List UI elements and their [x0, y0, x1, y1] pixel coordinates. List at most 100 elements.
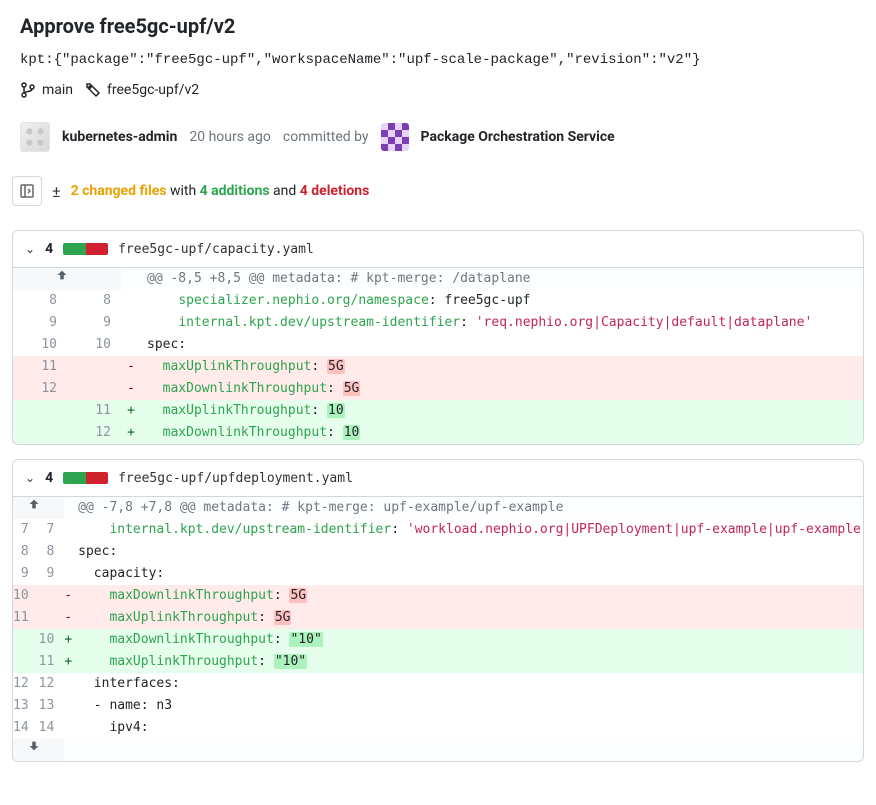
line-number-new: 8: [39, 541, 65, 563]
diff-sign: +: [121, 422, 141, 444]
code-line: interfaces:: [72, 673, 864, 695]
line-number-old: [13, 629, 39, 651]
file-path[interactable]: free5gc-upf/upfdeployment.yaml: [118, 471, 353, 486]
diff-sign: [121, 290, 141, 312]
line-number-old: 12: [13, 673, 39, 695]
line-number-old: 8: [13, 541, 39, 563]
diff-sign: [121, 334, 141, 356]
line-number-new: 8: [67, 290, 121, 312]
diff-sign: -: [121, 378, 141, 400]
line-number-new: 9: [39, 563, 65, 585]
line-number-old: 9: [13, 563, 39, 585]
line-number-old: 8: [13, 290, 67, 312]
code-line: internal.kpt.dev/upstream-identifier: 'w…: [72, 519, 864, 541]
line-number-new: 12: [67, 422, 121, 444]
collapse-icon[interactable]: ⌄: [25, 471, 35, 485]
line-number-new: 7: [39, 519, 65, 541]
toggle-sidebar-button[interactable]: [12, 176, 42, 206]
diff-sign: +: [121, 400, 141, 422]
collapse-icon[interactable]: ⌄: [25, 242, 35, 256]
diff-sign: [64, 541, 72, 563]
line-number-new: 13: [39, 695, 65, 717]
line-number-old: 10: [13, 334, 67, 356]
line-number-new: [39, 585, 65, 607]
change-count: 4: [45, 241, 53, 257]
code-line: maxUplinkThroughput: 10: [141, 400, 863, 422]
code-line: maxDownlinkThroughput: 5G: [72, 585, 864, 607]
line-number-old: 11: [13, 356, 67, 378]
kpt-metadata: kpt:{"package":"free5gc-upf","workspaceN…: [20, 52, 856, 68]
line-number-old: 7: [13, 519, 39, 541]
line-number-old: [13, 422, 67, 444]
code-line: maxDownlinkThroughput: 10: [141, 422, 863, 444]
branch-icon: [20, 82, 36, 98]
author-name[interactable]: kubernetes-admin: [62, 129, 177, 145]
code-line: ipv4:: [72, 717, 864, 739]
diff-sign: -: [121, 356, 141, 378]
code-line: maxUplinkThroughput: 5G: [72, 607, 864, 629]
expand-up-button[interactable]: [13, 268, 121, 290]
line-number-new: 14: [39, 717, 65, 739]
committed-by-label: committed by: [283, 129, 369, 145]
diff-stat-bar: [63, 243, 108, 255]
line-number-old: 11: [13, 607, 39, 629]
code-line: specializer.nephio.org/namespace: free5g…: [141, 290, 863, 312]
diff-sign: -: [64, 585, 72, 607]
diff-sign: +: [64, 629, 72, 651]
diff-sign: [64, 673, 72, 695]
line-number-old: 13: [13, 695, 39, 717]
change-count: 4: [45, 470, 53, 486]
expand-up-button[interactable]: [13, 497, 64, 519]
line-number-new: 12: [39, 673, 65, 695]
code-line: spec:: [141, 334, 863, 356]
page-title: Approve free5gc-upf/v2: [20, 14, 856, 38]
line-number-old: 10: [13, 585, 39, 607]
diff-sign: [64, 717, 72, 739]
plusminus-icon: ±: [52, 182, 61, 201]
avatar: [20, 122, 50, 152]
line-number-new: 11: [67, 400, 121, 422]
code-line: - name: n3: [72, 695, 864, 717]
diff-sign: [64, 563, 72, 585]
diff-summary: 2 changed files with 4 additions and 4 d…: [71, 183, 370, 199]
diff-stat-bar: [63, 472, 108, 484]
line-number-old: [13, 651, 39, 673]
line-number-new: 9: [67, 312, 121, 334]
diff-sign: [121, 312, 141, 334]
line-number-old: 12: [13, 378, 67, 400]
line-number-new: [67, 356, 121, 378]
diff-sign: [64, 519, 72, 541]
branch-name[interactable]: main: [42, 82, 73, 98]
line-number-old: [13, 400, 67, 422]
file-card: ⌄ 4 free5gc-upf/upfdeployment.yaml @@ -7,8 …: [12, 459, 864, 762]
line-number-new: 11: [39, 651, 65, 673]
tag-name[interactable]: free5gc-upf/v2: [107, 82, 199, 98]
line-number-new: 10: [39, 629, 65, 651]
tag-icon: [85, 82, 101, 98]
code-line: maxUplinkThroughput: 5G: [141, 356, 863, 378]
diff-sign: -: [64, 607, 72, 629]
diff-sign: +: [64, 651, 72, 673]
commit-meta: kubernetes-admin 20 hours ago committed …: [0, 108, 876, 166]
hunk-header: @@ -8,5 +8,5 @@ metadata: # kpt-merge: /…: [141, 268, 863, 290]
diff-sign: [64, 695, 72, 717]
code-line: maxDownlinkThroughput: 5G: [141, 378, 863, 400]
code-line: maxUplinkThroughput: "10": [72, 651, 864, 673]
code-line: maxDownlinkThroughput: "10": [72, 629, 864, 651]
committer-name[interactable]: Package Orchestration Service: [421, 129, 615, 145]
line-number-old: 9: [13, 312, 67, 334]
line-number-new: [39, 607, 65, 629]
line-number-old: 14: [13, 717, 39, 739]
file-card: ⌄ 4 free5gc-upf/capacity.yaml @@ -8,5 +8,5 …: [12, 230, 864, 445]
code-line: capacity:: [72, 563, 864, 585]
line-number-new: [67, 378, 121, 400]
line-number-new: 10: [67, 334, 121, 356]
code-line: spec:: [72, 541, 864, 563]
code-line: internal.kpt.dev/upstream-identifier: 'r…: [141, 312, 863, 334]
hunk-header: @@ -7,8 +7,8 @@ metadata: # kpt-merge: u…: [72, 497, 864, 519]
changed-files-count[interactable]: 2 changed files: [71, 183, 167, 199]
file-path[interactable]: free5gc-upf/capacity.yaml: [118, 242, 314, 257]
commit-time: 20 hours ago: [189, 129, 271, 145]
committer-avatar: [381, 123, 409, 151]
expand-down-button[interactable]: [13, 739, 64, 761]
